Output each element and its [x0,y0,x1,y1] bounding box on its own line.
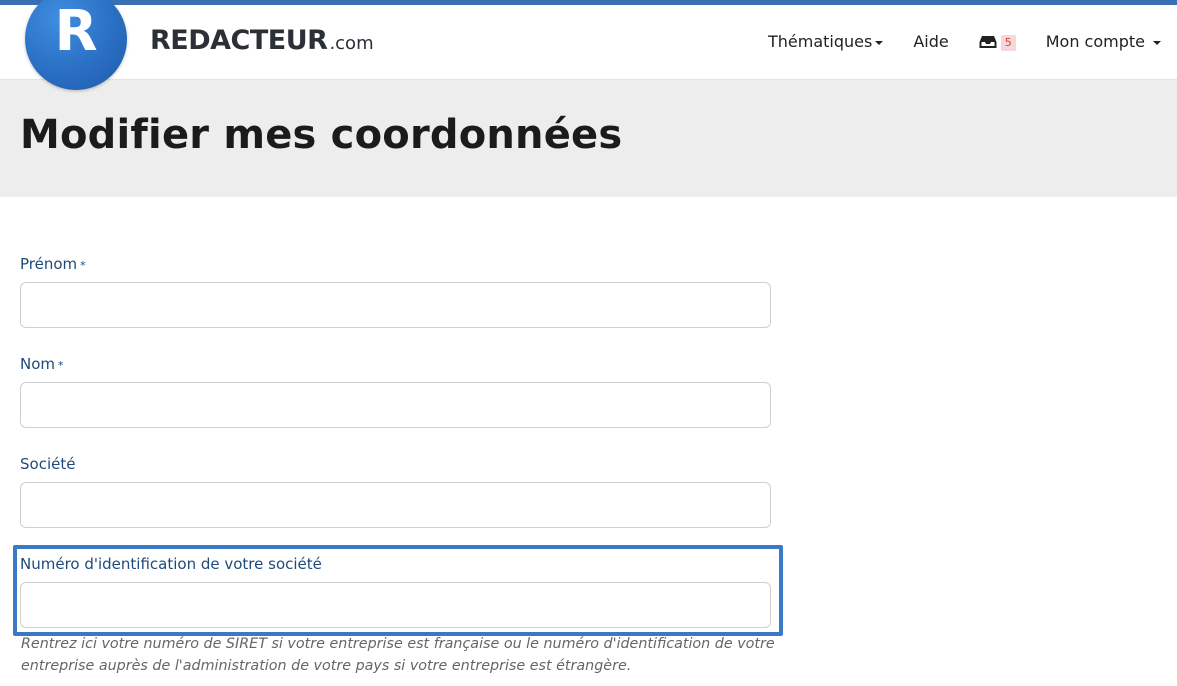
nom-label-text: Nom [20,355,56,373]
nom-input[interactable] [20,382,771,428]
prenom-label: Prénom * [20,254,771,274]
nav-aide-label: Aide [913,32,949,51]
required-marker: * [58,359,64,372]
required-marker: * [80,259,86,272]
page-header: Modifier mes coordonnées [0,80,1177,197]
inbox-icon [979,35,997,48]
nav-thematiques-label: Thématiques [768,32,873,51]
form-group-nom: Nom * [20,354,771,428]
inbox-count-badge: 5 [1000,34,1016,51]
prenom-input[interactable] [20,282,771,328]
caret-down-icon [1153,40,1161,45]
nav-account-dropdown[interactable]: Mon compte [1046,32,1161,51]
societe-input[interactable] [20,482,771,528]
form-group-numero-identification: Numéro d'identification de votre société [20,554,771,628]
societe-label: Société [20,455,76,473]
navbar: REDACTEUR .com Thématiques Aide 5 Mon com… [0,5,1177,80]
brand-name: REDACTEUR [150,25,328,56]
form-group-societe: Société [20,454,771,528]
nav-inbox-link[interactable]: 5 [979,33,1016,51]
nav-account-label: Mon compte [1045,32,1145,51]
numero-identification-label: Numéro d'identification de votre société [20,555,322,573]
caret-down-icon [875,40,884,45]
numero-identification-help: Rentrez ici votre numéro de SIRET si vot… [21,636,775,674]
nav-menu: Thématiques Aide 5 Mon compte [768,32,1161,51]
brand-wordmark[interactable]: REDACTEUR .com [150,25,374,56]
nav-aide-link[interactable]: Aide [913,32,948,51]
page-title: Modifier mes coordonnées [20,112,623,158]
numero-identification-input[interactable] [20,582,771,628]
prenom-label-text: Prénom [20,255,78,273]
nom-label: Nom * [20,354,771,374]
logo-letter: R [54,0,98,64]
nav-thematiques-dropdown[interactable]: Thématiques [768,32,884,51]
form-group-prenom: Prénom * [20,254,771,328]
brand-suffix: .com [329,33,374,54]
